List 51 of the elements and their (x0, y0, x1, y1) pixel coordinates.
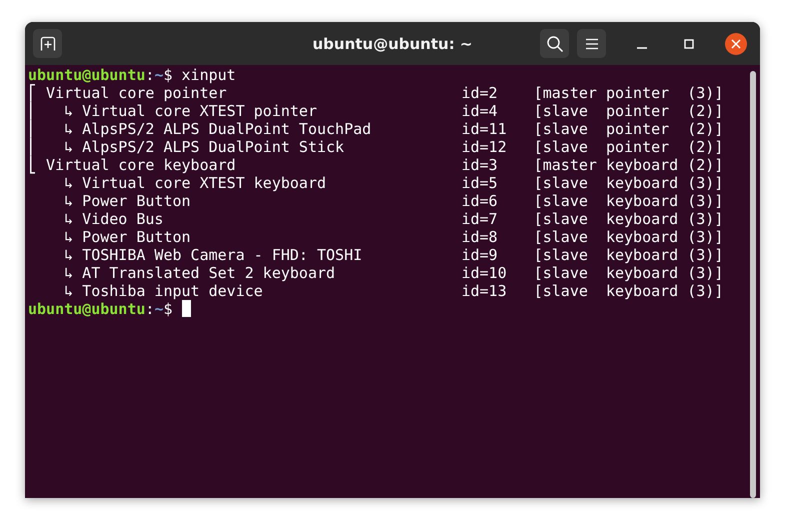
menu-icon (584, 38, 598, 50)
scrollbar-thumb[interactable] (750, 71, 756, 498)
device-type: [master keyboard (2)] (534, 156, 724, 174)
device-type: [slave pointer (2)] (534, 120, 724, 138)
window-title: ubuntu@ubuntu: ~ (312, 34, 473, 52)
new-tab-button[interactable] (33, 29, 62, 58)
device-type: [slave keyboard (3)] (534, 174, 724, 192)
device-type: [slave keyboard (3)] (534, 246, 724, 264)
device-name: ↳ Power Button (63, 192, 192, 210)
menu-button[interactable] (577, 29, 606, 58)
close-icon (731, 38, 741, 48)
device-id: id=8 (461, 228, 499, 246)
shell-prompt: ubuntu@ubuntu:~$ (28, 300, 172, 318)
device-type: [master pointer (3)] (534, 84, 724, 102)
search-button[interactable] (540, 29, 569, 58)
device-id: id=2 (461, 84, 499, 102)
device-id: id=5 (461, 174, 499, 192)
device-name: ↳ Power Button (63, 228, 192, 246)
maximize-icon (684, 38, 694, 48)
device-id: id=12 (461, 138, 508, 156)
device-name: ↳ TOSHIBA Web Camera - FHD: TOSHI (63, 246, 364, 264)
device-id: id=13 (461, 282, 508, 300)
device-type: [slave keyboard (3)] (534, 210, 724, 228)
device-name: ⎜ ↳ Virtual core XTEST pointer (28, 102, 318, 120)
search-icon (546, 34, 564, 52)
shell-prompt: ubuntu@ubuntu:~$ (28, 66, 172, 84)
device-name: ⎜ ↳ AlpsPS/2 ALPS DualPoint TouchPad (28, 120, 372, 138)
device-name: ⎜ ↳ AlpsPS/2 ALPS DualPoint Stick (28, 138, 346, 156)
device-name: ↳ Toshiba input device (63, 282, 264, 300)
device-type: [slave keyboard (3)] (534, 228, 724, 246)
device-name: ⎣ Virtual core keyboard (28, 156, 237, 174)
device-id: id=9 (461, 246, 499, 264)
device-type: [slave pointer (2)] (534, 138, 724, 156)
new-tab-icon (40, 36, 56, 52)
minimize-icon (637, 46, 647, 48)
command-text: xinput (180, 66, 236, 84)
device-name: ⎡ Virtual core pointer (28, 84, 228, 102)
device-id: id=4 (461, 102, 499, 120)
device-id: id=3 (461, 156, 499, 174)
device-type: [slave pointer (2)] (534, 102, 724, 120)
device-name: ↳ AT Translated Set 2 keyboard (63, 264, 336, 282)
device-name: ↳ Virtual core XTEST keyboard (63, 174, 328, 192)
close-button[interactable] (725, 32, 747, 54)
device-id: id=11 (461, 120, 508, 138)
device-id: id=6 (461, 192, 499, 210)
device-name: ↳ Video Bus (63, 210, 164, 228)
device-type: [slave keyboard (3)] (534, 282, 724, 300)
device-type: [slave keyboard (3)] (534, 192, 724, 210)
device-type: [slave keyboard (3)] (534, 264, 724, 282)
device-id: id=10 (461, 264, 508, 282)
device-id: id=7 (461, 210, 499, 228)
